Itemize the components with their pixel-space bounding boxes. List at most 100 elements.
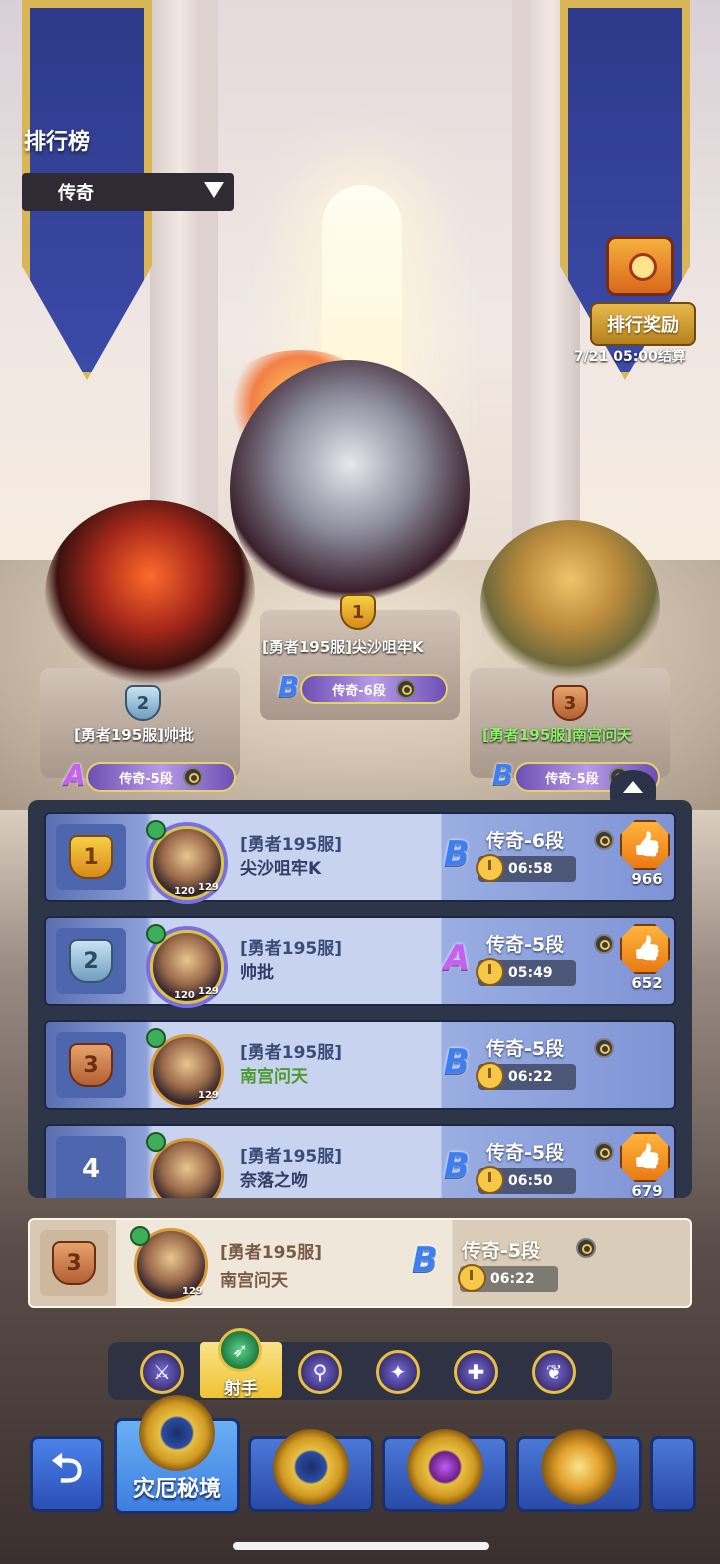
clear-time-value: 06:22 xyxy=(490,1271,535,1287)
clear-time-value: 05:49 xyxy=(508,965,553,981)
tier-label: 传奇-5段 xyxy=(486,1142,565,1164)
dagger-icon[interactable]: ✦ xyxy=(376,1350,420,1394)
podium-grade-3: B xyxy=(492,758,514,791)
table-row[interactable]: 3 129 [勇者195服] 南宫问天 B 传奇-5段 06:22 xyxy=(44,1020,676,1110)
grade-letter: A xyxy=(444,938,471,978)
like-icon[interactable] xyxy=(620,924,670,974)
tab-mode-5[interactable] xyxy=(650,1436,696,1512)
avatar-level-b: 129 xyxy=(198,986,219,997)
grade-letter: B xyxy=(444,1042,470,1082)
return-icon[interactable]: ⮌ xyxy=(30,1436,104,1512)
eye-emblem-icon xyxy=(273,1429,349,1505)
clear-time: 06:50 xyxy=(476,1166,576,1194)
like-count: 679 xyxy=(631,1182,663,1198)
table-row[interactable]: 1 120 129 [勇者195服] 尖沙咀牢K B 传奇-6段 06:58 9… xyxy=(44,812,676,902)
bow-icon[interactable]: ➶ xyxy=(218,1328,262,1372)
rank-cell: 1 xyxy=(56,824,126,890)
spirit-icon[interactable]: ❦ xyxy=(532,1350,576,1394)
podium-name-3: [勇者195服]南宫问天 xyxy=(482,726,633,744)
collapse-list-button[interactable] xyxy=(610,770,656,804)
reward-chest-icon[interactable] xyxy=(606,236,674,296)
tier-label: 传奇-6段 xyxy=(486,830,565,852)
rank-cell: 4 xyxy=(56,1136,126,1198)
avatar-level-b: 129 xyxy=(198,1090,219,1101)
podium-rank-2-badge: 2 xyxy=(125,685,161,721)
tab-mode-2[interactable] xyxy=(248,1429,374,1512)
podium-tier-2-label: 传奇-5段 xyxy=(119,771,173,787)
search-icon xyxy=(182,767,203,787)
reward-settle-time: 7/21 05:00结算 xyxy=(574,349,686,365)
tab-label: 灾厄秘境 xyxy=(132,1477,221,1502)
podium-tier-2[interactable]: 传奇-5段 xyxy=(86,762,236,792)
axe-icon[interactable]: ⚔ xyxy=(140,1350,184,1394)
leaderboard-list[interactable]: 1 120 129 [勇者195服] 尖沙咀牢K B 传奇-6段 06:58 9… xyxy=(28,800,692,1198)
class-badge-icon xyxy=(146,820,166,840)
table-row[interactable]: 2 120 129 [勇者195服] 帅批 A 传奇-5段 05:49 652 xyxy=(44,916,676,1006)
tab-mode-4[interactable] xyxy=(516,1429,642,1512)
class-badge-icon xyxy=(146,1132,166,1152)
player-server: [勇者195服] xyxy=(220,1243,323,1263)
like-icon[interactable] xyxy=(620,820,670,870)
player-name: 帅批 xyxy=(240,963,274,983)
shield-icon[interactable]: ✚ xyxy=(454,1350,498,1394)
player-server: [勇者195服] xyxy=(240,939,343,959)
grade-letter: B xyxy=(444,834,470,874)
search-icon[interactable] xyxy=(576,1238,596,1258)
player-name: 南宫问天 xyxy=(240,1067,308,1087)
avatar-level-a: 120 xyxy=(174,990,195,1001)
class-filter-label: 射手 xyxy=(224,1379,258,1399)
search-icon xyxy=(395,679,416,699)
avatar-level-b: 129 xyxy=(198,882,219,893)
crown-emblem-icon xyxy=(541,1429,617,1505)
rank-number: 4 xyxy=(81,1154,101,1184)
tier-dropdown-value: 传奇 xyxy=(58,183,94,204)
rank-badge-icon: 3 xyxy=(69,1043,113,1087)
home-indicator[interactable] xyxy=(233,1542,489,1550)
podium-rank-3-badge: 3 xyxy=(552,685,588,721)
staff-icon[interactable]: ⚲ xyxy=(298,1350,342,1394)
grade-letter: B xyxy=(444,1146,470,1186)
rank-cell: 3 xyxy=(56,1032,126,1098)
search-icon[interactable] xyxy=(594,1038,614,1058)
search-icon[interactable] xyxy=(594,830,614,850)
player-name: 尖沙咀牢K xyxy=(240,859,322,879)
rank-badge-icon: 2 xyxy=(69,939,113,983)
like-icon[interactable] xyxy=(620,1132,670,1182)
player-server: [勇者195服] xyxy=(240,1147,343,1167)
clear-time: 05:49 xyxy=(476,958,576,986)
tab-calamity-realm[interactable]: 灾厄秘境 xyxy=(114,1395,240,1514)
clock-icon xyxy=(476,854,504,882)
player-server: [勇者195服] xyxy=(240,1043,343,1063)
class-filter-bar: ⚔ ➶ 射手 ⚲ ✦ ✚ ❦ xyxy=(108,1328,612,1400)
table-row[interactable]: 4 [勇者195服] 奈落之吻 B 传奇-5段 06:50 679 xyxy=(44,1124,676,1198)
clear-time-value: 06:50 xyxy=(508,1173,553,1189)
search-icon[interactable] xyxy=(594,1142,614,1162)
podium-name-2: [勇者195服]帅批 xyxy=(74,726,195,744)
clock-icon xyxy=(458,1264,486,1292)
podium-hero-2[interactable] xyxy=(45,500,255,690)
rank-badge-icon: 3 xyxy=(52,1241,96,1285)
like-count: 966 xyxy=(631,870,663,888)
ranking-rewards-button[interactable]: 排行奖励 xyxy=(590,302,696,346)
podium-hero-3[interactable] xyxy=(480,520,660,690)
clock-icon xyxy=(476,1166,504,1194)
class-badge-icon xyxy=(130,1226,150,1246)
podium-grade-1: B xyxy=(278,670,300,703)
tab-mode-3[interactable] xyxy=(382,1429,508,1512)
my-rank-row[interactable]: 3 129 [勇者195服] 南宫问天 B 传奇-5段 06:22 xyxy=(28,1218,692,1308)
podium-tier-1[interactable]: 传奇-6段 xyxy=(300,674,448,704)
podium-grade-2: A xyxy=(64,758,86,791)
player-server: [勇者195服] xyxy=(240,835,343,855)
rank-cell: 3 xyxy=(40,1230,108,1296)
clear-time-value: 06:22 xyxy=(508,1069,553,1085)
grade-letter: B xyxy=(412,1240,438,1280)
rank-cell: 2 xyxy=(56,928,126,994)
search-icon[interactable] xyxy=(594,934,614,954)
clear-time: 06:22 xyxy=(476,1062,576,1090)
podium-rank-1-badge: 1 xyxy=(340,594,376,630)
clock-icon xyxy=(476,1062,504,1090)
avatar-level: 129 xyxy=(182,1286,203,1297)
tier-dropdown[interactable]: 传奇 xyxy=(22,173,234,211)
podium-hero-1[interactable] xyxy=(230,360,470,620)
clear-time: 06:58 xyxy=(476,854,576,882)
